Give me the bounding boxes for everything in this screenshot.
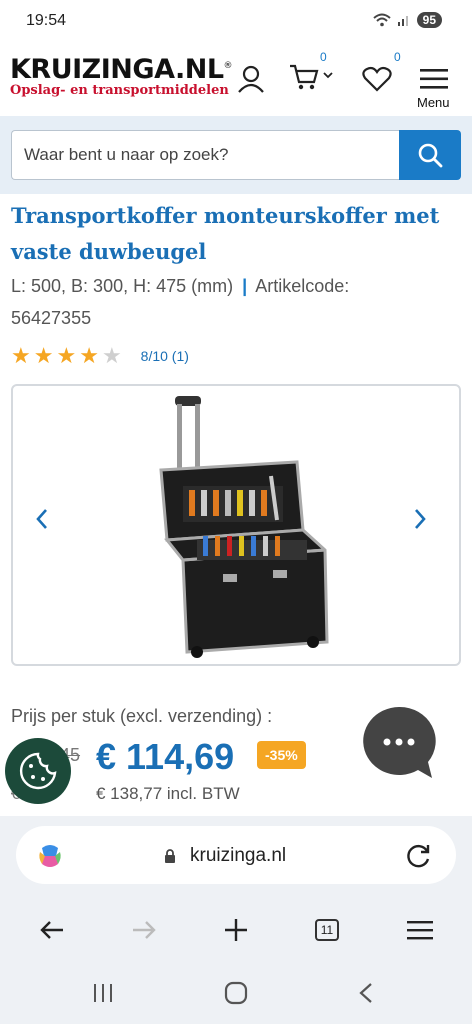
chat-bubble-icon: [363, 706, 436, 778]
star-icon: ★: [33, 343, 54, 368]
star-icon: ★: [56, 343, 77, 368]
browser-menu-icon: [407, 921, 433, 940]
star-icon: ★: [11, 343, 31, 368]
discount-badge: -35%: [257, 741, 306, 769]
search-bar: [0, 116, 472, 194]
site-header: KRUIZINGA.NL® Opslag- en transportmiddel…: [0, 44, 472, 116]
chevron-left-icon: [36, 509, 47, 529]
product-image-gallery: [11, 384, 461, 666]
cookie-settings-button[interactable]: [5, 738, 71, 804]
back-button[interactable]: [32, 910, 72, 950]
status-time: 19:54: [26, 12, 67, 29]
arrow-left-icon: [40, 921, 63, 939]
reload-icon[interactable]: [406, 843, 432, 869]
system-back-icon[interactable]: [358, 982, 374, 1004]
url-pill[interactable]: kruizinga.nl: [16, 826, 456, 884]
heart-icon[interactable]: [362, 66, 392, 92]
new-tab-button[interactable]: [216, 910, 256, 950]
product-dimensions: L: 500, B: 300, H: 475 (mm): [11, 276, 234, 296]
product-title: Transportkoffer monteurskoffer met vaste…: [11, 203, 440, 264]
recent-apps-icon[interactable]: [92, 982, 114, 1004]
price-incl-vat: € 138,77 incl. BTW: [96, 784, 240, 803]
product-rating[interactable]: ★ ★ ★ ★ ★ 8/10 (1): [11, 344, 189, 368]
search-icon: [418, 143, 443, 168]
home-icon[interactable]: [224, 981, 248, 1005]
plus-icon: [225, 919, 247, 941]
tabs-button[interactable]: 11: [307, 910, 347, 950]
url-text[interactable]: kruizinga.nl: [190, 845, 286, 867]
chevron-right-icon: [415, 509, 426, 529]
status-icons: 95: [372, 12, 442, 28]
logo-text: KRUIZINGA.NL: [10, 54, 224, 85]
signal-icon: [397, 16, 408, 26]
price-label: Prijs per stuk (excl. verzending) :: [11, 706, 273, 726]
hamburger-menu-icon[interactable]: [420, 68, 448, 90]
cart-icon[interactable]: [288, 62, 334, 92]
battery-indicator: 95: [416, 12, 442, 28]
wishlist-count-badge: 0: [394, 50, 401, 64]
gallery-prev-button[interactable]: [27, 504, 57, 534]
search-button[interactable]: [399, 130, 461, 180]
wifi-icon: [372, 13, 391, 27]
browser-address-bar: kruizinga.nl: [0, 816, 472, 896]
current-price: € 114,69: [96, 736, 235, 777]
cart-count-badge: 0: [320, 50, 327, 64]
star-icon: ★: [79, 343, 99, 368]
search-input[interactable]: [11, 130, 399, 180]
site-logo[interactable]: KRUIZINGA.NL®: [10, 54, 233, 85]
article-code-label: Artikelcode:: [255, 276, 350, 296]
arrow-right-icon: [133, 921, 156, 939]
gallery-next-button[interactable]: [405, 504, 435, 534]
cookie-icon: [19, 752, 57, 790]
browser-navigation: 11: [0, 896, 472, 964]
star-icon: ★: [101, 343, 122, 368]
logo-registered-mark: ®: [223, 61, 233, 71]
browser-menu-button[interactable]: [400, 910, 440, 950]
forward-button[interactable]: [124, 910, 164, 950]
status-bar: 19:54 95: [0, 0, 472, 44]
article-code: 56427355: [11, 308, 92, 328]
account-icon[interactable]: [236, 64, 266, 94]
site-tagline: Opslag- en transportmiddelen: [10, 83, 229, 98]
rating-text[interactable]: 8/10 (1): [141, 348, 189, 364]
product-image: [159, 396, 329, 658]
star-rating: ★ ★ ★ ★ ★: [11, 344, 125, 368]
system-navigation-bar: [0, 964, 472, 1024]
chat-button[interactable]: [360, 704, 438, 782]
lock-icon: [165, 849, 175, 863]
product-specs: L: 500, B: 300, H: 475 (mm) | Artikelcod…: [11, 270, 463, 334]
specs-separator: |: [242, 276, 248, 296]
tab-count: 11: [315, 919, 339, 941]
copilot-icon[interactable]: [36, 842, 64, 870]
menu-label[interactable]: Menu: [417, 95, 450, 110]
